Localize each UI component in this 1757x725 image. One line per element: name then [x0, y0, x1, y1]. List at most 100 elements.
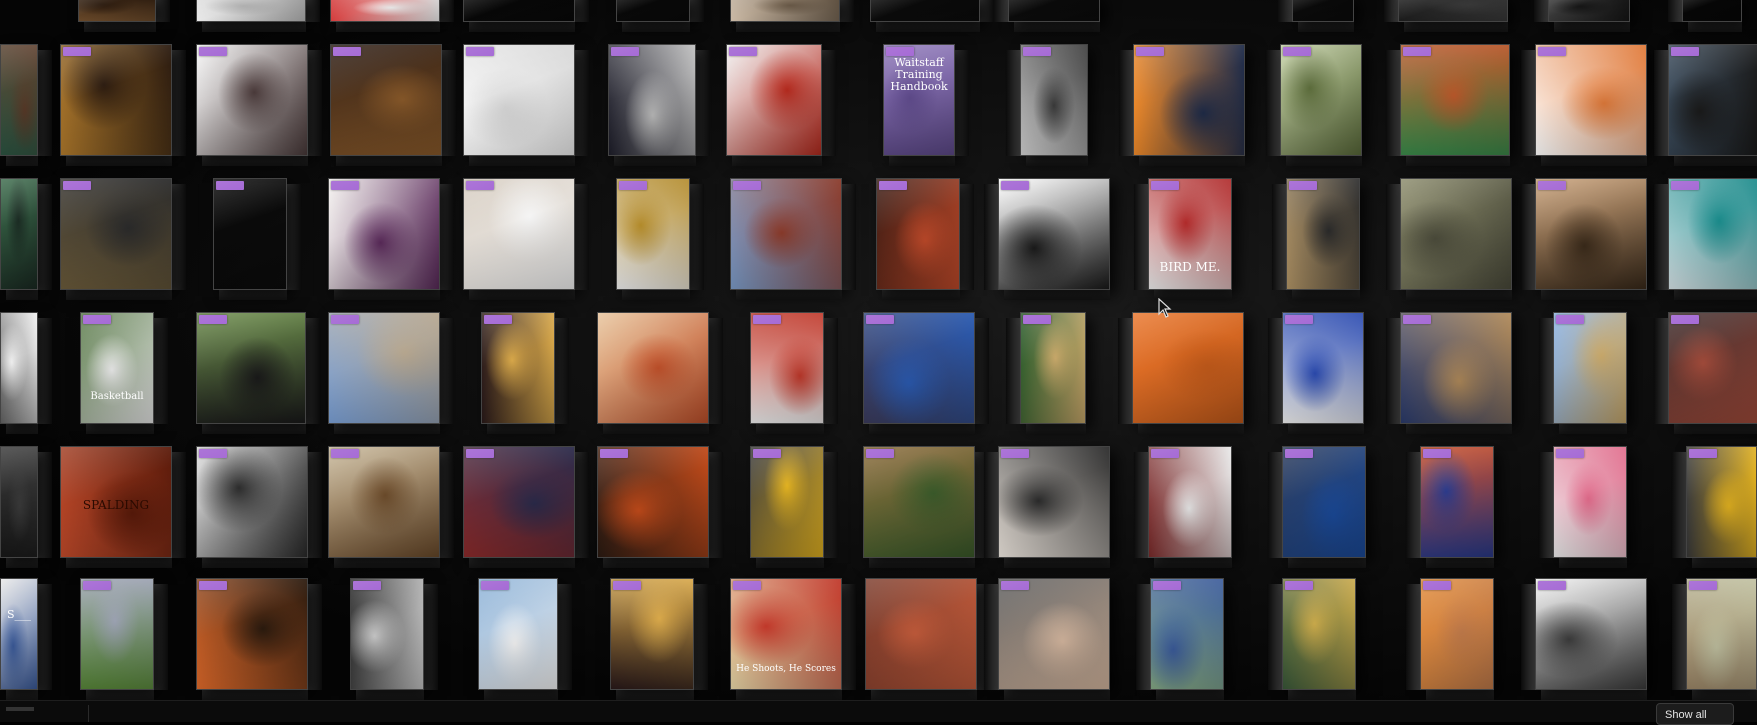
image-tile[interactable]	[1553, 446, 1627, 558]
tile-depth-face	[1541, 690, 1647, 700]
image-tile[interactable]	[196, 312, 306, 424]
image-tile[interactable]	[1282, 446, 1366, 558]
image-tile[interactable]	[616, 0, 690, 22]
image-tile[interactable]	[998, 178, 1110, 290]
image-tile[interactable]	[730, 0, 840, 22]
tile-depth-face	[756, 558, 824, 568]
image-tile[interactable]	[1280, 44, 1362, 156]
image-tile[interactable]: Basketball	[80, 312, 154, 424]
image-tile[interactable]	[876, 178, 960, 290]
image-tile[interactable]	[1535, 178, 1647, 290]
tile-depth-face	[1406, 156, 1510, 166]
image-tile[interactable]	[1292, 0, 1354, 22]
tile-depth-face	[1386, 50, 1400, 156]
image-tile[interactable]	[998, 446, 1110, 558]
image-tile[interactable]	[0, 44, 38, 156]
image-tile[interactable]	[1148, 446, 1232, 558]
image-tile[interactable]	[1686, 578, 1757, 690]
image-tile[interactable]	[616, 178, 690, 290]
tile-label-badge	[1671, 315, 1699, 324]
image-tile[interactable]	[1553, 312, 1627, 424]
image-tile[interactable]	[1668, 312, 1757, 424]
image-tile[interactable]	[1400, 178, 1512, 290]
image-tile[interactable]	[196, 0, 306, 22]
image-tile[interactable]	[863, 446, 975, 558]
image-tile[interactable]	[1686, 446, 1757, 558]
tile-caption-stamp: S___	[6, 608, 32, 621]
image-tile[interactable]: Waitstaff Training Handbook	[883, 44, 955, 156]
image-tile[interactable]	[328, 178, 440, 290]
image-tile[interactable]	[1008, 0, 1100, 22]
image-tile[interactable]	[1400, 44, 1510, 156]
image-tile[interactable]	[1682, 0, 1742, 22]
image-tile[interactable]	[750, 446, 824, 558]
image-tile[interactable]	[597, 312, 709, 424]
tile-depth-face	[736, 690, 842, 700]
image-tile[interactable]	[1420, 446, 1494, 558]
image-tile[interactable]	[1020, 312, 1086, 424]
image-tile[interactable]	[1420, 578, 1494, 690]
image-tile[interactable]	[726, 44, 822, 156]
image-tile[interactable]	[1150, 578, 1224, 690]
image-tile[interactable]	[1400, 312, 1512, 424]
image-tile[interactable]	[0, 178, 38, 290]
image-tile[interactable]	[213, 178, 287, 290]
image-tile[interactable]	[610, 578, 694, 690]
image-tile[interactable]	[463, 44, 575, 156]
image-tile[interactable]	[60, 178, 172, 290]
image-tile[interactable]	[1286, 178, 1360, 290]
image-tile[interactable]	[608, 44, 696, 156]
image-tile[interactable]	[463, 0, 575, 22]
tile-label-badge	[729, 47, 757, 56]
tile-depth-face	[202, 156, 308, 166]
image-tile[interactable]	[870, 0, 980, 22]
image-tile[interactable]	[196, 446, 308, 558]
tile-label-badge	[1689, 581, 1717, 590]
image-tile[interactable]	[328, 446, 440, 558]
image-tile[interactable]	[196, 578, 308, 690]
tile-depth-face	[469, 22, 575, 32]
image-tile[interactable]	[1668, 178, 1757, 290]
tile-label-badge	[1671, 181, 1699, 190]
image-tile[interactable]	[865, 578, 977, 690]
image-tile[interactable]	[60, 44, 172, 156]
image-tile[interactable]	[730, 178, 842, 290]
image-tile[interactable]: He Shoots, He Scores	[730, 578, 842, 690]
image-tile[interactable]	[330, 44, 442, 156]
image-tile[interactable]: S___	[0, 578, 38, 690]
tile-depth-face	[484, 690, 558, 700]
image-tile[interactable]	[481, 312, 555, 424]
tile-label-badge	[353, 581, 381, 590]
image-tile[interactable]	[78, 0, 156, 22]
image-tile[interactable]	[863, 312, 975, 424]
image-tile[interactable]	[196, 44, 308, 156]
image-tile[interactable]	[1282, 312, 1364, 424]
tile-depth-face	[202, 22, 306, 32]
image-tile[interactable]	[463, 446, 575, 558]
tile-label-badge	[1538, 581, 1566, 590]
image-tile[interactable]	[330, 0, 440, 22]
image-tile[interactable]	[1668, 44, 1757, 156]
image-tile[interactable]	[80, 578, 154, 690]
image-tile[interactable]	[1132, 312, 1244, 424]
image-tile[interactable]	[750, 312, 824, 424]
image-tile[interactable]	[597, 446, 709, 558]
image-tile[interactable]	[1398, 0, 1508, 22]
image-tile[interactable]	[998, 578, 1110, 690]
image-tile[interactable]	[1535, 44, 1647, 156]
tile-depth-face	[558, 584, 572, 690]
show-all-button[interactable]: Show all	[1656, 703, 1734, 725]
image-tile[interactable]	[1548, 0, 1630, 22]
image-tile[interactable]: BIRD ME.	[1148, 178, 1232, 290]
image-tile[interactable]	[328, 312, 440, 424]
image-tile[interactable]	[0, 312, 38, 424]
image-tile[interactable]	[463, 178, 575, 290]
image-tile[interactable]	[1020, 44, 1088, 156]
image-tile[interactable]	[1282, 578, 1356, 690]
image-tile[interactable]	[1535, 578, 1647, 690]
image-tile[interactable]	[478, 578, 558, 690]
image-tile[interactable]: SPALDING	[60, 446, 172, 558]
image-tile[interactable]	[0, 446, 38, 558]
image-tile[interactable]	[350, 578, 424, 690]
image-tile[interactable]	[1133, 44, 1245, 156]
